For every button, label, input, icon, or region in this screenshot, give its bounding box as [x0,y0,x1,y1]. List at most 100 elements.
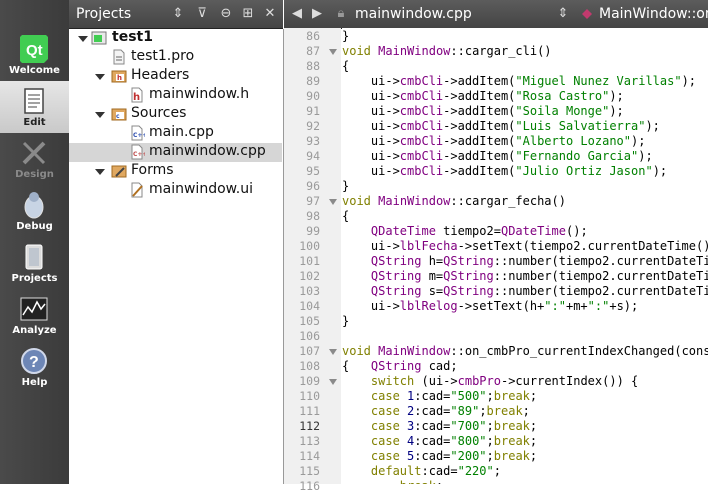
code-line[interactable]: ui->cmbCli->addItem("Fernando Garcia"); [342,149,653,163]
line-number: 95 [306,164,320,178]
cpp-file-icon: C++ [131,125,145,141]
expand-arrow-icon[interactable] [95,72,105,82]
code-line[interactable]: void MainWindow::cargar_fecha() [342,194,566,208]
code-line[interactable]: default:cad="220"; [342,464,501,478]
code-line[interactable]: switch (ui->cmbPro->currentIndex()) { [342,374,638,388]
fold-arrow-icon[interactable] [329,49,337,55]
mode-welcome[interactable]: Qt Welcome [0,29,69,81]
code-line[interactable]: case 1:cad="500";break; [342,389,537,403]
tree-item-test1-pro[interactable]: test1.pro [73,48,278,67]
tree-item-headers[interactable]: h Headers [73,67,278,86]
mode-debug[interactable]: Debug [0,185,69,237]
code-line[interactable]: QDateTime tiempo2=QDateTime(); [342,224,588,238]
code-line[interactable]: case 2:cad="89";break; [342,404,530,418]
fold-arrow-icon[interactable] [329,199,337,205]
projects-title: Projects [76,6,132,22]
line-number: 86 [306,29,320,43]
line-number: 109 [299,374,320,388]
code-line[interactable]: } [342,29,349,43]
code-editor[interactable]: } void MainWindow::cargar_cli(){ ui->cmbC… [342,28,708,484]
folder-forms-icon [111,165,127,178]
mode-design[interactable]: Design [0,133,69,185]
line-number: 87 [306,44,320,58]
code-line[interactable]: ui->cmbCli->addItem("Alberto Lozano"); [342,134,646,148]
code-line[interactable]: void MainWindow::cargar_cli() [342,44,552,58]
tree-item-test1[interactable]: test1 [73,29,278,48]
code-line[interactable]: break; [342,479,443,484]
line-number: 104 [299,299,320,313]
folder-headers-icon: h [111,70,127,83]
file-selector-chevron-icon[interactable]: ⇕ [554,5,572,23]
line-number: 97 [306,194,320,208]
line-number: 114 [299,449,320,463]
split-icon[interactable]: ⊞ [239,5,257,23]
header-file-icon: h [131,87,143,103]
function-selector[interactable]: MainWindow::on [599,6,708,22]
ui-file-icon [131,182,143,198]
code-line[interactable]: { [342,209,349,223]
code-line[interactable]: { [342,59,349,73]
open-file-selector[interactable]: mainwindow.cpp [355,6,472,22]
fold-arrow-icon[interactable] [329,379,337,385]
code-line[interactable]: case 4:cad="800";break; [342,434,537,448]
function-icon [582,9,592,19]
view-selector-chevron-icon[interactable]: ⇕ [169,5,187,23]
code-line[interactable]: QString h=QString::number(tiempo2.curren… [342,254,708,268]
line-number: 105 [299,314,320,328]
filter-icon[interactable]: ⊽ [193,5,211,23]
tree-item-main-cpp[interactable]: C++ main.cpp [73,124,278,143]
mode-edit[interactable]: Edit [0,81,69,133]
line-number: 107 [299,344,320,358]
line-number: 101 [299,254,320,268]
project-icon [91,31,107,45]
tree-item-sources[interactable]: c Sources [73,105,278,124]
code-line[interactable]: case 3:cad="700";break; [342,419,537,433]
code-line[interactable]: { QString cad; [342,359,458,373]
qt-logo-icon: Qt [20,35,48,63]
mode-analyze[interactable]: Analyze [0,289,69,341]
tree-item-mainwindow-ui[interactable]: mainwindow.ui [73,181,278,200]
tree-item-forms[interactable]: Forms [73,162,278,181]
mode-projects[interactable]: Projects [0,237,69,289]
tree-item-label: mainwindow.h [149,86,250,102]
line-number: 94 [306,149,320,163]
back-arrow-icon[interactable]: ◀ [288,5,306,23]
code-line[interactable]: } [342,179,349,193]
mode-selector: Qt Welcome Edit Design Debug Projects An… [0,0,69,484]
code-line[interactable]: ui->cmbCli->addItem("Soila Monge"); [342,104,624,118]
mode-label: Design [15,169,54,180]
qt-logo-text: Qt [26,42,43,59]
code-line[interactable]: ui->cmbCli->addItem("Luis Salvatierra"); [342,119,660,133]
tree-item-label: mainwindow.cpp [149,143,266,159]
close-icon[interactable]: ✕ [261,5,279,23]
code-line[interactable]: QString s=QString::number(tiempo2.curren… [342,284,708,298]
code-line[interactable]: ui->cmbCli->addItem("Miguel Nunez Varill… [342,74,696,88]
code-line[interactable]: QString m=QString::number(tiempo2.curren… [342,269,708,283]
code-line[interactable]: void MainWindow::on_cmbPro_currentIndexC… [342,344,708,358]
code-line[interactable]: ui->lblRelog->setText(h+":"+m+":"+s); [342,299,638,313]
code-line[interactable]: ui->lblFecha->setText(tiempo2.currentDat… [342,239,708,253]
forward-arrow-icon[interactable]: ▶ [308,5,326,23]
cpp-file-icon: C++ [131,144,145,160]
tree-item-mainwindow-h[interactable]: h mainwindow.h [73,86,278,105]
tree-item-mainwindow-cpp[interactable]: C++ mainwindow.cpp [69,143,282,162]
svg-text:C++: C++ [133,132,145,139]
code-line[interactable]: ui->cmbCli->addItem("Rosa Castro"); [342,89,624,103]
mode-help[interactable]: ? Help [0,341,69,393]
expand-arrow-icon[interactable] [95,167,105,177]
line-number: 91 [306,104,320,118]
link-icon[interactable]: ⊖ [217,5,235,23]
fold-arrow-icon[interactable] [329,349,337,355]
line-number: 115 [299,464,320,478]
expand-arrow-icon[interactable] [95,110,105,120]
svg-text:h: h [133,92,140,103]
analyze-icon [20,297,48,321]
expand-arrow-icon[interactable] [78,34,88,44]
code-line[interactable]: ui->cmbCli->addItem("Julio Ortiz Jason")… [342,164,667,178]
code-line[interactable]: } [342,314,349,328]
tree-item-label: Sources [131,105,187,121]
mode-label: Edit [23,117,46,128]
line-number: 103 [299,284,320,298]
line-number-gutter: 86 87 88 89 90 91 92 93 94 95 96 97 98 99 100 101 102 103… [284,28,327,493]
code-line[interactable]: case 5:cad="200";break; [342,449,537,463]
